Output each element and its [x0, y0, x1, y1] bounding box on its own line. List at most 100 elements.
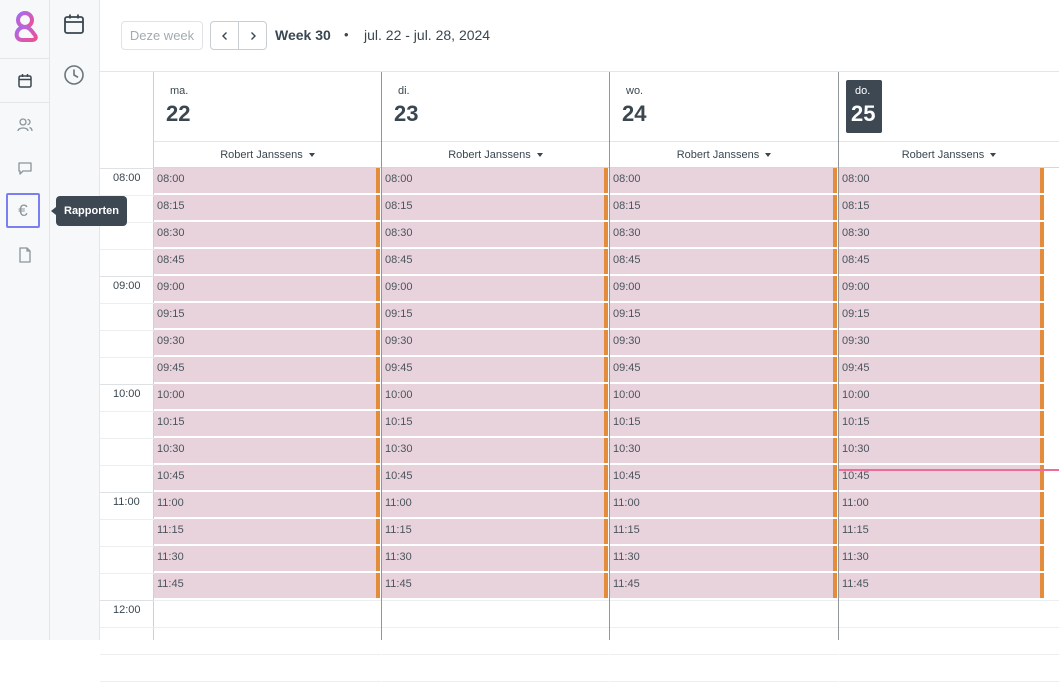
- time-slot[interactable]: 11:45: [154, 573, 380, 599]
- time-slot[interactable]: 10:30: [154, 438, 380, 464]
- time-slot[interactable]: 11:15: [839, 519, 1044, 545]
- previous-week-button[interactable]: [211, 22, 238, 49]
- time-slot[interactable]: 11:30: [154, 546, 380, 572]
- resource-name: Robert Janssens: [676, 148, 760, 161]
- time-slot[interactable]: 08:00: [610, 168, 837, 194]
- time-slot[interactable]: 08:30: [839, 222, 1044, 248]
- euro-icon[interactable]: €: [6, 193, 40, 228]
- time-slot[interactable]: 11:30: [382, 546, 608, 572]
- time-slot[interactable]: 10:00: [382, 384, 608, 410]
- slot-time-label: 09:15: [613, 308, 641, 320]
- time-slot[interactable]: 10:00: [154, 384, 380, 410]
- time-slot[interactable]: 08:00: [154, 168, 380, 194]
- this-week-button[interactable]: Deze week: [121, 21, 203, 50]
- calendar-icon[interactable]: [15, 71, 35, 91]
- slot-time-label: 09:30: [385, 335, 413, 347]
- users-icon[interactable]: [15, 115, 35, 135]
- time-slot[interactable]: 08:15: [154, 195, 380, 221]
- time-slot[interactable]: 08:15: [610, 195, 837, 221]
- availability-bar: [833, 276, 837, 301]
- time-slot[interactable]: 09:15: [382, 303, 608, 329]
- time-slot[interactable]: 10:15: [382, 411, 608, 437]
- time-slot[interactable]: 08:45: [839, 249, 1044, 275]
- main-sidebar: €: [0, 0, 50, 640]
- chat-icon[interactable]: [15, 158, 35, 178]
- time-slot[interactable]: 08:45: [610, 249, 837, 275]
- time-slot[interactable]: 08:30: [382, 222, 608, 248]
- time-slot[interactable]: 11:00: [382, 492, 608, 518]
- time-slot[interactable]: 08:45: [154, 249, 380, 275]
- day-number: 23: [394, 101, 419, 126]
- time-slot[interactable]: 08:00: [382, 168, 608, 194]
- availability-bar: [604, 222, 608, 247]
- day-header[interactable]: do. 25: [839, 72, 1059, 142]
- day-header[interactable]: wo. 24: [610, 72, 838, 142]
- time-slot[interactable]: 08:30: [154, 222, 380, 248]
- time-slot[interactable]: 08:15: [839, 195, 1044, 221]
- time-slot[interactable]: 11:45: [839, 573, 1044, 599]
- time-slot[interactable]: 11:00: [610, 492, 837, 518]
- time-slot[interactable]: 09:45: [610, 357, 837, 383]
- time-slot[interactable]: 10:45: [610, 465, 837, 491]
- availability-bar: [833, 303, 837, 328]
- time-slot[interactable]: 09:00: [382, 276, 608, 302]
- time-slot[interactable]: 09:30: [839, 330, 1044, 356]
- time-slot[interactable]: 09:30: [382, 330, 608, 356]
- time-slot[interactable]: 11:45: [610, 573, 837, 599]
- time-slot[interactable]: 08:00: [839, 168, 1044, 194]
- slot-time-label: 11:00: [842, 497, 869, 509]
- slot-time-label: 09:00: [613, 281, 641, 293]
- time-slot[interactable]: 09:45: [839, 357, 1044, 383]
- resource-dropdown[interactable]: Robert Janssens: [839, 142, 1059, 168]
- time-slot[interactable]: 11:30: [610, 546, 837, 572]
- time-slot[interactable]: 09:00: [610, 276, 837, 302]
- time-gutter: 08:00 09:00 10:00 11:00 12:00: [100, 72, 154, 682]
- resource-dropdown[interactable]: Robert Janssens: [610, 142, 838, 168]
- time-slot[interactable]: 10:00: [610, 384, 837, 410]
- time-slot[interactable]: 11:15: [154, 519, 380, 545]
- time-slot[interactable]: 11:00: [839, 492, 1044, 518]
- time-slot[interactable]: 08:45: [382, 249, 608, 275]
- document-icon[interactable]: [15, 245, 35, 265]
- time-slot[interactable]: 11:15: [610, 519, 837, 545]
- resource-dropdown[interactable]: Robert Janssens: [154, 142, 381, 168]
- time-slot[interactable]: 08:30: [610, 222, 837, 248]
- next-week-button[interactable]: [238, 22, 266, 49]
- time-slot[interactable]: 09:30: [154, 330, 380, 356]
- time-slot[interactable]: 10:45: [154, 465, 380, 491]
- time-slot[interactable]: 10:30: [610, 438, 837, 464]
- app-logo[interactable]: [10, 10, 40, 46]
- time-slot[interactable]: 10:15: [839, 411, 1044, 437]
- time-slot[interactable]: 09:00: [154, 276, 380, 302]
- slot-time-label: 09:00: [157, 281, 185, 293]
- clock-icon[interactable]: [62, 63, 86, 87]
- time-slot[interactable]: 11:00: [154, 492, 380, 518]
- time-slot[interactable]: 10:30: [382, 438, 608, 464]
- time-slot[interactable]: 10:00: [839, 384, 1044, 410]
- calendar-icon[interactable]: [62, 12, 86, 36]
- availability-bar: [604, 276, 608, 301]
- time-slot[interactable]: 09:45: [382, 357, 608, 383]
- time-slot[interactable]: 09:45: [154, 357, 380, 383]
- availability-bar: [833, 330, 837, 355]
- time-slot[interactable]: 11:30: [839, 546, 1044, 572]
- time-slot[interactable]: 09:15: [839, 303, 1044, 329]
- time-slot[interactable]: 11:45: [382, 573, 608, 599]
- time-slot[interactable]: 09:30: [610, 330, 837, 356]
- day-header[interactable]: ma. 22: [154, 72, 381, 142]
- availability-bar: [833, 519, 837, 544]
- time-slot[interactable]: 09:15: [610, 303, 837, 329]
- availability-bar: [1040, 303, 1044, 328]
- time-slot[interactable]: 09:00: [839, 276, 1044, 302]
- time-slot[interactable]: 10:30: [839, 438, 1044, 464]
- availability-bar: [376, 546, 380, 571]
- time-slot[interactable]: 08:15: [382, 195, 608, 221]
- time-slot[interactable]: 10:45: [382, 465, 608, 491]
- time-slot[interactable]: 10:15: [154, 411, 380, 437]
- slot-time-label: 10:15: [157, 416, 185, 428]
- time-slot[interactable]: 11:15: [382, 519, 608, 545]
- time-slot[interactable]: 09:15: [154, 303, 380, 329]
- day-header[interactable]: di. 23: [382, 72, 609, 142]
- time-slot[interactable]: 10:15: [610, 411, 837, 437]
- resource-dropdown[interactable]: Robert Janssens: [382, 142, 609, 168]
